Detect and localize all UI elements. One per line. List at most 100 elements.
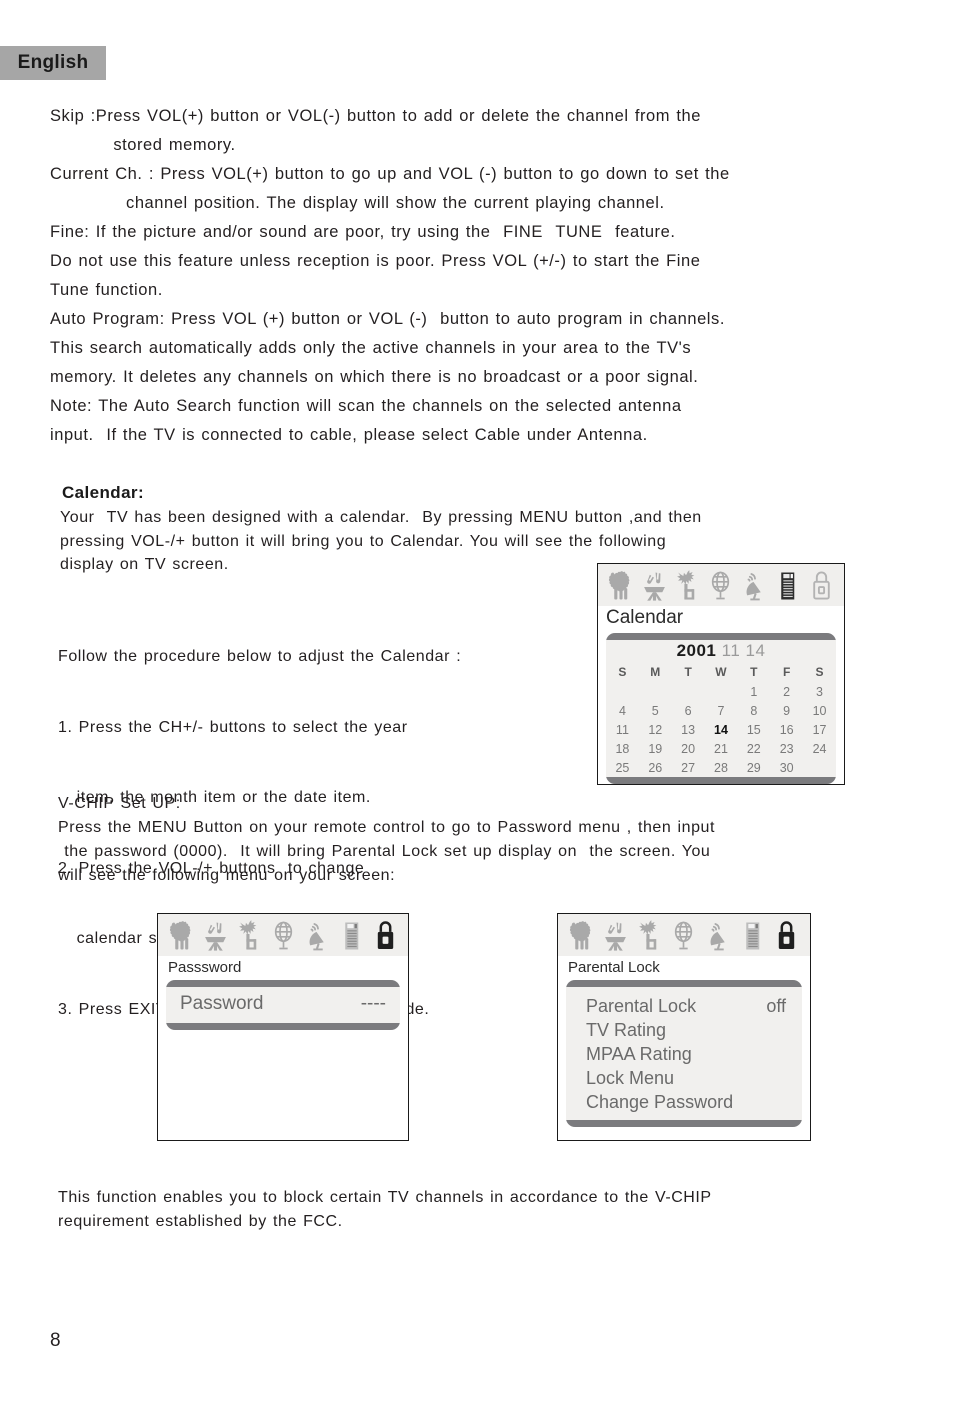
calendar-day[interactable]: 14 (746, 641, 766, 660)
calendar-day-cell[interactable]: 15 (737, 720, 770, 739)
tuner-settings-paragraph: Skip :Press VOL(+) button or VOL(-) butt… (50, 107, 730, 444)
weekday-header: F (782, 665, 791, 679)
parental-menu-item-value[interactable]: off (766, 995, 786, 1017)
calendar-day-cell[interactable]: 16 (770, 720, 803, 739)
calendar-day-cell[interactable]: 22 (737, 739, 770, 758)
password-osd-title: Passsword (168, 959, 242, 976)
weekday-header: M (650, 665, 661, 679)
weekday-header: W (715, 665, 727, 679)
calendar-day-cell[interactable]: 25 (606, 758, 639, 777)
antenna-icon (746, 573, 761, 601)
feature-icon (677, 570, 695, 600)
osd-icon-bar (598, 564, 844, 606)
password-panel: Password ---- (166, 980, 400, 1030)
calendar-month[interactable]: 11 (722, 641, 741, 660)
calendar-day-cell[interactable]: 10 (803, 701, 836, 720)
calendar-day-cell[interactable]: 19 (639, 739, 672, 758)
calendar-day-cell[interactable]: 18 (606, 739, 639, 758)
calendar-day-cell[interactable]: 21 (705, 739, 738, 758)
step-1: 1. Press the CH+/- buttons to select the… (58, 718, 408, 736)
parental-menu-item[interactable]: Change Password (566, 1090, 802, 1114)
parental-osd-title: Parental Lock (568, 959, 660, 976)
weekday-header: S (618, 665, 627, 679)
parental-panel: Parental Lock off TV Rating MPAA Rating Lock… (566, 980, 802, 1127)
calendar-day-cell[interactable]: 7 (705, 701, 738, 720)
calendar-empty-cell (803, 758, 836, 777)
parental-menu-item[interactable]: Parental Lock off (566, 994, 802, 1018)
antenna-icon (710, 923, 725, 951)
calendar-day-cell[interactable]: 27 (672, 758, 705, 777)
calendar-day-cell[interactable]: 13 (672, 720, 705, 739)
tuner-remote-icon (746, 922, 760, 950)
calendar-day-cell[interactable]: 11 (606, 720, 639, 739)
feature-icon (238, 920, 256, 950)
calendar-day-cell[interactable]: 14 (705, 720, 738, 739)
calendar-day-cell[interactable]: 20 (672, 739, 705, 758)
calendar-day-cell[interactable]: 5 (639, 701, 672, 720)
calendar-day-cell[interactable]: 6 (672, 701, 705, 720)
calendar-day-cell[interactable]: 9 (770, 701, 803, 720)
calendar-week-row: 18 19 20 21 22 23 24 (606, 739, 836, 758)
calendar-empty-cell (639, 682, 672, 701)
calendar-day-cell[interactable]: 4 (606, 701, 639, 720)
osd-icon-bar (158, 914, 408, 956)
password-row[interactable]: Password ---- (166, 987, 400, 1023)
password-row-label: Password (180, 993, 264, 1014)
password-osd-screen: Passsword Password ---- (157, 913, 409, 1141)
calendar-day-cell[interactable]: 23 (770, 739, 803, 758)
language-globe-icon (712, 571, 730, 600)
calendar-week-row: 123 (606, 682, 836, 701)
calendar-section-heading: Calendar: (62, 483, 145, 502)
calendar-weekday-row: S M T W T F S (606, 664, 836, 682)
calendar-grid: S M T W T F S 1 2 3 4 5 6 7 8 9 10 11 12 13 14 15 16 17 1… (606, 664, 836, 777)
calendar-day-cell[interactable]: 8 (737, 701, 770, 720)
calendar-day-cell[interactable]: 2 (770, 682, 803, 701)
weekday-header: T (750, 665, 758, 679)
sound-icon (204, 922, 226, 951)
calendar-day-cell[interactable]: 1 (737, 682, 770, 701)
weekday-header: S (815, 665, 824, 679)
parental-menu-item[interactable]: MPAA Rating (566, 1042, 802, 1066)
calendar-day-cell[interactable]: 24 (803, 739, 836, 758)
lock-icon (813, 571, 830, 600)
calendar-date-header: 2001 11 14 (606, 640, 836, 664)
parental-menu-item[interactable]: Lock Menu (566, 1066, 802, 1090)
calendar-osd-title: Calendar (606, 607, 684, 628)
language-globe-icon (274, 921, 292, 950)
parental-menu-item[interactable]: TV Rating (566, 1018, 802, 1042)
calendar-year[interactable]: 2001 (677, 641, 717, 660)
calendar-empty-cell (705, 682, 738, 701)
calendar-panel-inner: 2001 11 14 S M T W T F S 1 2 3 4 5 6 7 8 9 10 11 (606, 640, 836, 777)
calendar-osd-screen: Calendar 2001 11 14 S M T W T F S 1 2 3 … (597, 563, 845, 785)
calendar-week-row: 4 5 6 7 8 9 10 (606, 701, 836, 720)
calendar-day-cell[interactable]: 3 (803, 682, 836, 701)
tuner-remote-icon (344, 922, 358, 950)
calendar-empty-cell (606, 682, 639, 701)
calendar-day-cell[interactable]: 30 (770, 758, 803, 777)
password-row-value[interactable]: ---- (361, 993, 386, 1015)
calendar-week-row: 25 26 27 28 29 30 (606, 758, 836, 777)
tuner-remote-icon (781, 572, 795, 600)
lock-icon (779, 921, 795, 950)
weekday-header: T (684, 665, 692, 679)
picture-icon (609, 571, 630, 600)
antenna-icon (309, 923, 324, 951)
language-globe-icon (675, 921, 693, 950)
calendar-panel: 2001 11 14 S M T W T F S 1 2 3 4 5 6 7 8 9 10 11 (606, 633, 836, 784)
steps-intro: Follow the procedure below to adjust the… (58, 648, 462, 665)
parental-menu-item-label: Parental Lock (586, 996, 697, 1016)
calendar-day-cell[interactable]: 26 (639, 758, 672, 777)
parental-menu-item-label: Change Password (586, 1092, 734, 1112)
calendar-day-cell[interactable]: 29 (737, 758, 770, 777)
parental-lock-osd-screen: Parental Lock Parental Lock off TV Rating M… (557, 913, 811, 1141)
calendar-week-row: 11 12 13 14 15 16 17 (606, 720, 836, 739)
parental-menu-item-label: MPAA Rating (586, 1044, 692, 1064)
sound-icon (643, 572, 665, 601)
picture-icon (169, 921, 190, 950)
calendar-day-cell[interactable]: 12 (639, 720, 672, 739)
vchip-setup-paragraph: V-CHIP Set UP: Press the MENU Button on … (58, 795, 715, 884)
language-tab: English (0, 46, 106, 80)
osd-icon-bar (558, 914, 810, 956)
calendar-day-cell[interactable]: 28 (705, 758, 738, 777)
calendar-day-cell[interactable]: 17 (803, 720, 836, 739)
